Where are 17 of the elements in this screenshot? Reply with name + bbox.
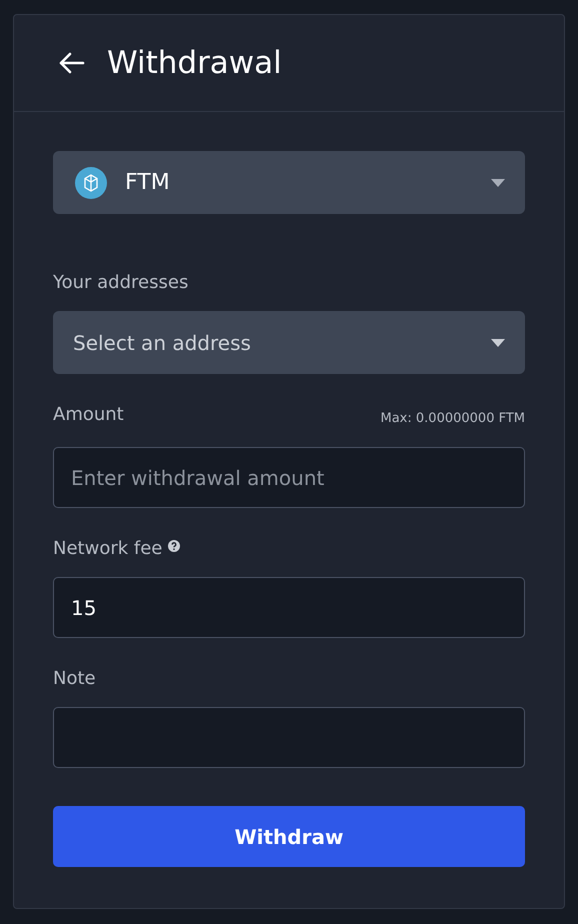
- input-field[interactable]: [53, 707, 525, 768]
- page-title: Withdrawal: [107, 45, 282, 81]
- address-select[interactable]: Select an address: [53, 311, 525, 374]
- coin-select[interactable]: FTM: [53, 151, 525, 214]
- field-label: Your addresses: [53, 272, 188, 293]
- field-label: Network fee: [53, 538, 162, 559]
- field-label: Note: [53, 668, 96, 689]
- coin-logo-icon: [75, 166, 107, 198]
- caret-icon: [491, 178, 505, 186]
- field-label: Amount: [53, 404, 124, 425]
- caret-icon: [491, 338, 505, 346]
- withdraw-button[interactable]: Withdraw: [53, 806, 525, 867]
- help-icon[interactable]: [168, 540, 180, 552]
- max-amount-text: Max: 0.00000000 FTM: [380, 410, 525, 428]
- back-arrow-icon[interactable]: [57, 51, 85, 75]
- input-field[interactable]: Enter withdrawal amount: [53, 447, 525, 508]
- input-field[interactable]: 15: [53, 577, 525, 638]
